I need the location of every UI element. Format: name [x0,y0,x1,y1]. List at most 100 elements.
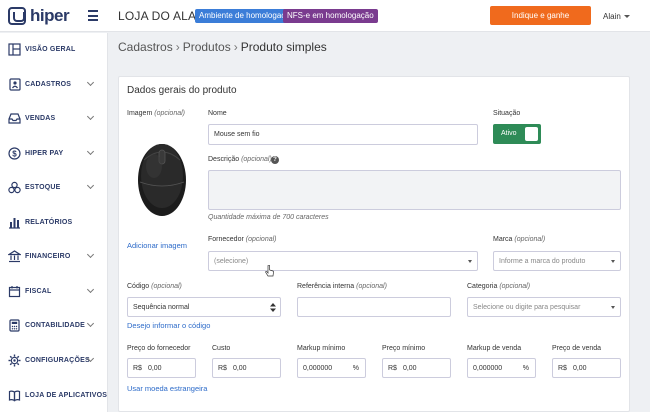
supplier-price-label: Preço do fornecedor [127,345,191,352]
gear-icon [8,354,21,366]
chevron-down-icon [86,78,95,87]
brand-label: Marca (opcional) [493,236,546,243]
calculator-icon [9,318,20,332]
breadcrumb-produtos[interactable]: Produtos [183,40,231,54]
name-label: Nome [208,110,227,117]
sidebar-item-cadastros[interactable]: CADASTROS [0,73,108,95]
sidebar: VISÃO GERAL CADASTROS VENDAS $ HIPER PAY… [0,33,108,412]
breadcrumb: Cadastros › Produtos › Produto simples [118,40,327,54]
sidebar-item-label: CONTABILIDADE [25,321,86,329]
user-name: Alain [603,12,621,21]
dashboard-icon [8,42,21,56]
sidebar-item-contabilidade[interactable]: CONTABILIDADE [0,314,108,336]
category-label: Categoria (opcional) [467,283,531,290]
boxes-icon [8,181,21,193]
status-toggle[interactable]: Ativo [493,124,541,144]
user-menu[interactable]: Alain [603,12,630,21]
markup-min-input[interactable]: 0,000000% [297,358,366,378]
internal-ref-label: Referência interna (opcional) [297,283,387,290]
sidebar-item-configuracoes[interactable]: CONFIGURAÇÕES [0,349,108,371]
chevron-down-icon [86,181,95,190]
sidebar-item-relatorios[interactable]: RELATÓRIOS [0,211,108,233]
min-price-input[interactable]: R$ 0,00 [382,358,451,378]
breadcrumb-current: Produto simples [240,40,327,54]
section-title: Dados gerais do produto [127,85,237,96]
caret-down-icon [611,306,615,309]
bank-icon [8,249,21,262]
name-input[interactable]: Mouse sem fio [208,124,478,145]
chevron-right-icon: › [175,40,180,54]
mouse-image [138,144,186,216]
logo-text: hiper [30,6,70,25]
code-label: Código (opcional) [127,283,182,290]
supplier-price-input[interactable]: R$ 0,00 [127,358,196,378]
svg-text:$: $ [12,149,17,158]
sidebar-item-label: CADASTROS [25,80,72,88]
calendar-icon [8,285,21,297]
address-book-icon [9,77,21,91]
sidebar-item-estoque[interactable]: ESTOQUE [0,176,108,198]
inbox-icon [8,112,21,124]
sidebar-item-visao-geral[interactable]: VISÃO GERAL [0,38,108,60]
sidebar-item-label: HIPER PAY [25,149,64,157]
sidebar-item-label: FISCAL [25,287,52,295]
breadcrumb-cadastros[interactable]: Cadastros [118,40,173,54]
sidebar-item-financeiro[interactable]: FINANCEIRO [0,245,108,267]
caret-down-icon [468,260,472,263]
sidebar-item-loja-aplicativos[interactable]: LOJA DE APLICATIVOS [0,384,108,406]
code-select[interactable]: Sequência normal [127,297,281,317]
markup-sale-label: Markup de venda [467,345,522,352]
status-label: Situação [493,110,521,117]
chevron-down-icon [86,250,95,259]
sidebar-item-fiscal[interactable]: FISCAL [0,280,108,302]
markup-sale-input[interactable]: 0,000000% [467,358,536,378]
supplier-select[interactable]: (selecione) [208,251,478,271]
sidebar-item-label: VENDAS [25,114,56,122]
help-icon[interactable]: ? [271,156,279,164]
dollar-icon: $ [8,146,21,160]
description-hint: Quantidade máxima de 700 caracteres [208,214,329,221]
chevron-down-icon [86,112,95,121]
cost-label: Custo [212,345,231,352]
chevron-down-icon [86,285,95,294]
add-image-link[interactable]: Adicionar imagem [127,241,187,250]
sidebar-item-label: RELATÓRIOS [25,218,73,226]
toggle-knob [525,127,538,141]
sidebar-item-label: VISÃO GERAL [25,45,76,53]
menu-icon[interactable] [88,10,98,21]
internal-ref-input[interactable] [297,297,451,317]
sidebar-item-label: FINANCEIRO [25,252,71,260]
min-price-label: Preço mínimo [382,345,426,352]
sidebar-item-label: LOJA DE APLICATIVOS [25,391,108,399]
caret-down-icon [623,15,630,18]
refer-earn-button[interactable]: Indique e ganhe [490,6,591,25]
status-value: Ativo [501,130,517,137]
product-image[interactable] [127,122,197,234]
sale-price-input[interactable]: R$ 0,00 [552,358,621,378]
top-bar: hiper LOJA DO ALAIN Ambiente de homologa… [0,0,650,32]
caret-down-icon [611,260,615,263]
chevron-down-icon [86,319,95,328]
sidebar-item-vendas[interactable]: VENDAS [0,107,108,129]
description-textarea[interactable] [208,170,621,210]
sidebar-item-label: CONFIGURAÇÕES [25,356,90,364]
bar-chart-icon [9,217,20,229]
category-select[interactable]: Selecione ou digite para pesquisar [467,297,621,317]
sale-price-label: Preço de venda [552,345,602,352]
chevron-down-icon [86,147,95,156]
markup-min-label: Markup mínimo [297,345,346,352]
logo[interactable]: hiper [8,6,70,26]
foreign-currency-link[interactable]: Usar moeda estrangeira [127,384,207,393]
description-label: Descrição (opcional) [208,156,272,163]
logo-icon [8,7,26,25]
supplier-label: Fornecedor (opcional) [208,236,277,243]
image-label: Imagem (opcional) [127,110,185,117]
chevron-right-icon: › [233,40,238,54]
book-icon [8,390,21,402]
sidebar-item-hiper-pay[interactable]: $ HIPER PAY [0,142,108,164]
hand-cursor-icon [265,265,274,277]
sidebar-item-label: ESTOQUE [25,183,61,191]
inform-code-link[interactable]: Desejo informar o código [127,321,210,330]
cost-input[interactable]: R$ 0,00 [212,358,281,378]
brand-select[interactable]: Informe a marca do produto [493,251,621,271]
